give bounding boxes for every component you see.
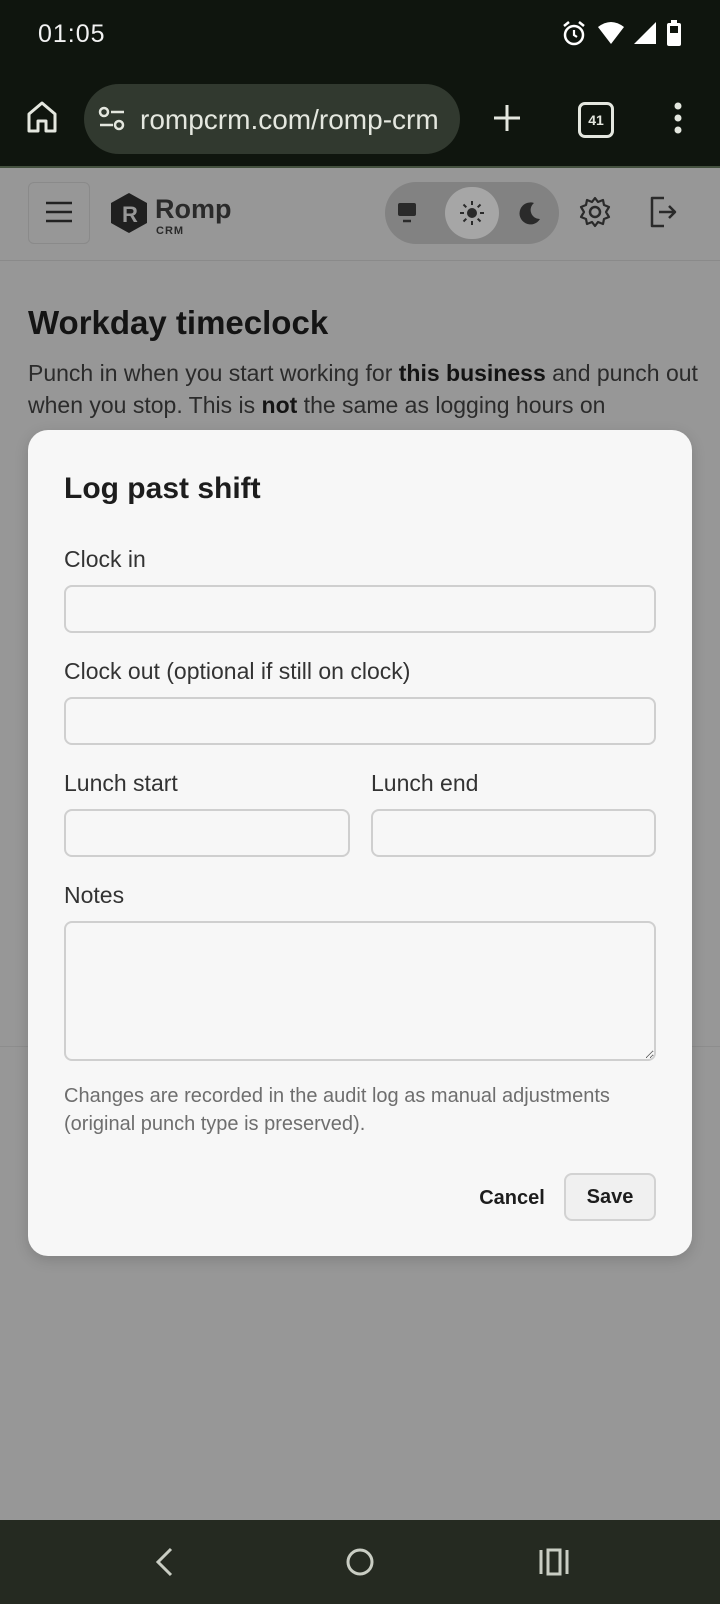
page-description: Punch in when you start working for this… (28, 360, 698, 418)
svg-text:R: R (122, 202, 138, 227)
site-settings-icon[interactable] (98, 106, 126, 132)
menu-button[interactable] (28, 182, 90, 244)
browser-toolbar: rompcrm.com/romp-crm 41 (0, 72, 720, 168)
battery-icon (667, 20, 681, 46)
log-past-shift-dialog: Log past shift Clock in Clock out (optio… (28, 430, 692, 1256)
lunch-start-label: Lunch start (64, 770, 178, 796)
brand-subtitle: CRM (156, 225, 185, 237)
wifi-icon (598, 22, 624, 44)
audit-hint: Changes are recorded in the audit log as… (64, 1085, 610, 1135)
save-button[interactable]: Save (564, 1173, 656, 1221)
system-nav-bar (0, 1520, 720, 1604)
gear-icon[interactable] (579, 196, 611, 228)
home-circle-icon[interactable] (344, 1546, 376, 1578)
clock-out-input[interactable] (64, 697, 656, 745)
notes-textarea[interactable] (64, 921, 656, 1061)
status-bar: 01:05 (0, 0, 720, 72)
tab-switcher-icon[interactable]: 41 (578, 102, 614, 138)
clock-in-input[interactable] (64, 585, 656, 633)
overflow-menu-icon[interactable] (670, 101, 686, 135)
clock-in-label: Clock in (64, 546, 146, 572)
sun-icon[interactable] (459, 200, 485, 226)
brand-name: Romp (155, 194, 232, 224)
moon-icon[interactable] (518, 201, 542, 225)
hamburger-icon (46, 201, 72, 223)
cancel-button[interactable]: Cancel (464, 1175, 560, 1221)
alarm-icon (563, 21, 585, 46)
app-header: R Romp CRM (0, 168, 720, 261)
lunch-end-label: Lunch end (371, 770, 479, 796)
lunch-end-input[interactable] (371, 809, 656, 857)
home-icon[interactable] (26, 100, 58, 134)
address-bar[interactable]: rompcrm.com/romp-crm (84, 84, 460, 154)
lunch-start-input[interactable] (64, 809, 350, 857)
notes-label: Notes (64, 882, 125, 908)
monitor-icon[interactable] (396, 201, 418, 223)
new-tab-plus-icon[interactable] (492, 103, 522, 133)
dialog-title: Log past shift (64, 472, 261, 505)
back-icon[interactable] (152, 1546, 176, 1578)
clock-out-label: Clock out (optional if still on clock) (64, 658, 411, 684)
cellular-signal-icon (634, 22, 656, 44)
romp-logo-icon: R (111, 193, 147, 233)
url-text: rompcrm.com/romp-crm (140, 104, 439, 135)
page-title: Workday timeclock (28, 304, 329, 341)
logout-icon[interactable] (648, 195, 678, 229)
recents-icon[interactable] (538, 1547, 570, 1577)
theme-switcher (385, 182, 559, 244)
status-time: 01:05 (38, 20, 106, 48)
